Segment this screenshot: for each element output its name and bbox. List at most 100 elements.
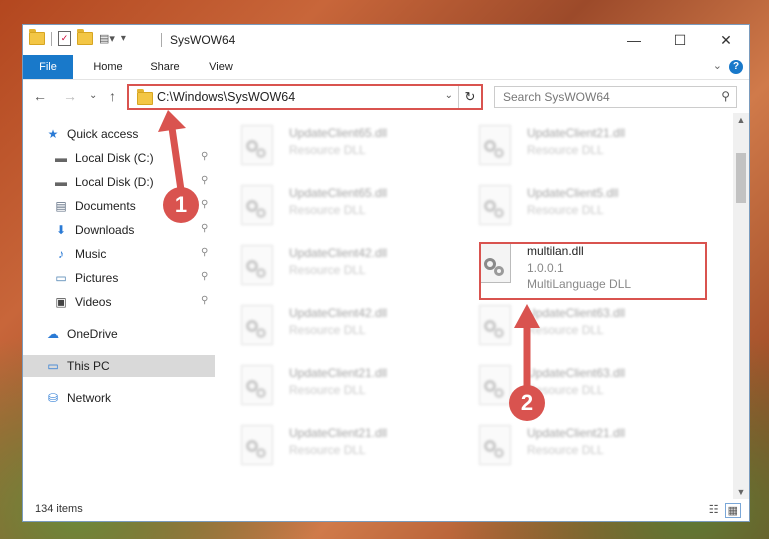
file-item[interactable]: UpdateClient42.dll Resource DLL — [223, 241, 453, 293]
sidebar-item-pictures[interactable]: ▭ Pictures — [53, 267, 118, 289]
title-bar: ✓ ▤▾ ▾ SysWOW64 — ☐ ✕ — [23, 25, 749, 55]
file-item[interactable]: UpdateClient63.dll Resource DLL — [461, 301, 691, 353]
file-name: UpdateClient42.dll — [289, 306, 388, 320]
file-name: UpdateClient63.dll — [527, 366, 626, 380]
properties-icon[interactable]: ✓ — [58, 31, 71, 46]
sidebar-item-label: Music — [75, 247, 107, 261]
pin-icon[interactable]: ⚲ — [201, 151, 208, 162]
pin-icon[interactable]: ⚲ — [201, 175, 208, 186]
sidebar-item-music[interactable]: ♪ Music — [53, 243, 106, 265]
close-button[interactable]: ✕ — [703, 25, 749, 55]
scroll-down-icon[interactable]: ▼ — [733, 487, 749, 497]
sidebar-item-videos[interactable]: ▣ Videos — [53, 291, 111, 313]
address-dropdown-icon[interactable]: ⌄ — [445, 90, 453, 101]
sidebar-item-local-disk-d[interactable]: ▬ Local Disk (D:) — [53, 171, 154, 193]
file-description: Resource DLL — [527, 323, 604, 337]
sidebar-item-label: Network — [67, 391, 112, 405]
file-name: UpdateClient65.dll — [289, 126, 388, 140]
file-item[interactable]: UpdateClient65.dll Resource DLL — [223, 121, 453, 173]
sidebar-item-local-disk-c[interactable]: ▬ Local Disk (C:) — [53, 147, 154, 169]
file-item[interactable]: UpdateClient65.dll Resource DLL — [223, 181, 453, 233]
search-icon[interactable]: ⚲ — [721, 89, 730, 103]
folder-icon[interactable] — [29, 29, 45, 45]
file-item[interactable]: UpdateClient21.dll Resource DLL — [461, 421, 691, 473]
documents-icon: ▤ — [55, 199, 67, 213]
dll-file-icon — [241, 425, 273, 465]
dll-file-icon — [479, 185, 511, 225]
scroll-up-icon[interactable]: ▲ — [733, 115, 749, 125]
minimize-button[interactable]: — — [611, 25, 657, 55]
file-name: UpdateClient21.dll — [289, 366, 388, 380]
dll-file-icon — [479, 365, 511, 405]
sidebar-item-this-pc[interactable]: ▭ This PC — [23, 355, 215, 377]
file-item[interactable]: UpdateClient63.dll Resource DLL — [461, 361, 691, 413]
search-box[interactable]: Search SysWOW64 ⚲ — [494, 86, 737, 108]
maximize-button[interactable]: ☐ — [657, 25, 703, 55]
large-icons-view-icon[interactable]: ▦ — [724, 503, 741, 518]
pin-icon[interactable]: ⚲ — [201, 199, 208, 210]
videos-icon: ▣ — [55, 295, 67, 309]
vertical-scrollbar[interactable]: ▲ ▼ — [733, 113, 749, 499]
tab-file[interactable]: File — [23, 55, 73, 79]
search-placeholder[interactable]: Search SysWOW64 — [503, 90, 610, 104]
sidebar-item-onedrive[interactable]: ☁ OneDrive — [45, 323, 118, 345]
expand-ribbon-icon[interactable]: ⌄ — [713, 59, 722, 72]
tab-home[interactable]: Home — [81, 55, 135, 79]
file-description: Resource DLL — [289, 323, 366, 337]
forward-button[interactable]: → — [63, 88, 77, 104]
view-buttons: ☷ ▦ — [709, 503, 741, 518]
window-title: SysWOW64 — [170, 33, 236, 47]
drive-icon: ▬ — [55, 151, 67, 165]
sidebar-item-quick-access[interactable]: ★ Quick access — [45, 123, 139, 145]
toolbar-dropdown-icon[interactable]: ▾ — [121, 33, 126, 44]
address-bar[interactable]: C:\Windows\SysWOW64 ⌄ ↻ — [127, 84, 483, 110]
pin-icon[interactable]: ⚲ — [201, 247, 208, 258]
refresh-button[interactable]: ↻ — [458, 86, 481, 108]
file-item[interactable]: UpdateClient42.dll Resource DLL — [223, 301, 453, 353]
up-button[interactable]: ↑ — [109, 88, 116, 104]
tab-view[interactable]: View — [195, 55, 247, 79]
dll-file-icon — [241, 125, 273, 165]
cloud-icon: ☁ — [47, 327, 59, 341]
sidebar-item-label: Local Disk (C:) — [75, 151, 154, 165]
file-item[interactable]: UpdateClient21.dll Resource DLL — [223, 361, 453, 413]
sidebar-item-documents[interactable]: ▤ Documents — [53, 195, 136, 217]
address-path[interactable]: C:\Windows\SysWOW64 — [157, 90, 295, 104]
new-folder-icon[interactable] — [77, 29, 93, 45]
customize-toolbar-icon[interactable]: ▤▾ — [99, 32, 115, 45]
network-icon: ⛁ — [47, 391, 59, 405]
pin-icon[interactable]: ⚲ — [201, 271, 208, 282]
back-button[interactable]: ← — [33, 88, 47, 104]
computer-icon: ▭ — [47, 359, 59, 373]
folder-icon — [137, 89, 153, 105]
dll-file-icon — [241, 245, 273, 285]
file-description: Resource DLL — [527, 203, 604, 217]
dll-file-icon — [479, 125, 511, 165]
recent-locations-button[interactable]: ⌄ — [89, 90, 97, 101]
file-explorer-window: ✓ ▤▾ ▾ SysWOW64 — ☐ ✕ File Home Share Vi… — [22, 24, 750, 522]
tab-share[interactable]: Share — [139, 55, 191, 79]
file-item[interactable]: UpdateClient5.dll Resource DLL — [461, 181, 691, 233]
navigation-bar: ← → ⌄ ↑ C:\Windows\SysWOW64 ⌄ ↻ Search S… — [23, 80, 749, 114]
file-name: UpdateClient5.dll — [527, 186, 619, 200]
sidebar-item-label: Documents — [75, 199, 136, 213]
sidebar-item-label: Local Disk (D:) — [75, 175, 154, 189]
file-list: UpdateClient65.dll Resource DLL UpdateCl… — [223, 117, 733, 499]
star-icon: ★ — [47, 127, 59, 141]
dll-file-icon — [241, 365, 273, 405]
dll-file-icon — [241, 185, 273, 225]
scroll-thumb[interactable] — [736, 153, 746, 203]
file-item[interactable]: UpdateClient21.dll Resource DLL — [223, 421, 453, 473]
pin-icon[interactable]: ⚲ — [201, 295, 208, 306]
sidebar-item-label: This PC — [67, 359, 110, 373]
sidebar-item-network[interactable]: ⛁ Network — [45, 387, 111, 409]
navigation-pane: ★ Quick access ▬ Local Disk (C:) ⚲ ▬ Loc… — [23, 117, 215, 499]
file-description: Resource DLL — [527, 443, 604, 457]
pin-icon[interactable]: ⚲ — [201, 223, 208, 234]
details-view-icon[interactable]: ☷ — [709, 503, 719, 518]
help-icon[interactable]: ? — [729, 60, 743, 74]
file-item[interactable]: UpdateClient21.dll Resource DLL — [461, 121, 691, 173]
sidebar-item-label: Downloads — [75, 223, 135, 237]
sidebar-item-downloads[interactable]: ⬇ Downloads — [53, 219, 134, 241]
dll-file-icon — [479, 425, 511, 465]
